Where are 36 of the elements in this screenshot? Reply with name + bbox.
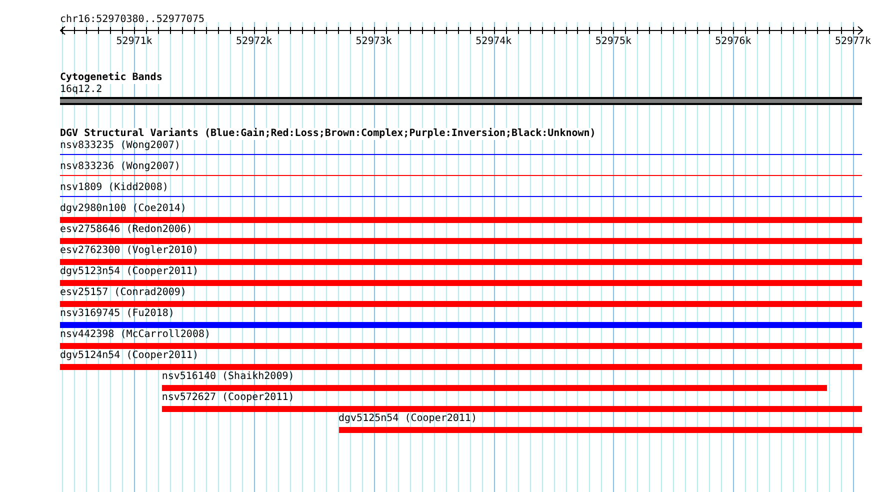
variant-bar[interactable] xyxy=(60,217,862,223)
variant-label: nsv572627 (Cooper2011) xyxy=(162,392,294,404)
variant-bar[interactable] xyxy=(60,280,862,286)
variant-label: esv2758646 (Redon2006) xyxy=(60,224,192,236)
tick-label: 52974k xyxy=(476,36,512,47)
variant-label: nsv833236 (Wong2007) xyxy=(60,161,180,173)
variant-bar[interactable] xyxy=(60,343,862,349)
tick-label: 52972k xyxy=(236,36,272,47)
tick-label: 52975k xyxy=(595,36,632,47)
variant-label: dgv2980n100 (Coe2014) xyxy=(60,203,186,215)
variant-label: nsv1809 (Kidd2008) xyxy=(60,182,168,194)
variant-label: dgv5125n54 (Cooper2011) xyxy=(338,413,477,425)
variant-label: esv2762300 (Vogler2010) xyxy=(60,245,198,257)
variant-bar[interactable] xyxy=(60,364,862,370)
variant-label: dgv5123n54 (Cooper2011) xyxy=(60,266,198,278)
variant-label: nsv442398 (McCarroll2008) xyxy=(60,329,211,341)
tick-label: 52977k xyxy=(834,36,872,47)
tick-label: 52976k xyxy=(715,36,752,47)
variant-label: esv25157 (Conrad2009) xyxy=(60,287,186,299)
variant-label: nsv833235 (Wong2007) xyxy=(60,140,180,152)
track-title: DGV Structural Variants (Blue:Gain;Red:Loss;Brown:Complex;Purple:Inversion;Black:Unknown) xyxy=(60,128,596,140)
tick-label: 52973k xyxy=(356,36,392,47)
variant-label: nsv516140 (Shaikh2009) xyxy=(162,371,294,383)
variant-bar[interactable] xyxy=(162,385,827,391)
track-title: Cytogenetic Bands xyxy=(60,72,162,84)
variant-bar[interactable] xyxy=(162,406,862,412)
variant-label: nsv3169745 (Fu2018) xyxy=(60,308,174,320)
variant-bar[interactable] xyxy=(338,427,862,433)
variant-bar[interactable] xyxy=(60,301,862,307)
tick-label: 52971k xyxy=(116,36,152,47)
variant-bar[interactable] xyxy=(60,238,862,244)
band-label: 16q12.2 xyxy=(60,84,102,96)
variant-bar[interactable] xyxy=(60,322,862,328)
variant-label: dgv5124n54 (Cooper2011) xyxy=(60,350,198,362)
region-label: chr16:52970380..52977075 xyxy=(60,14,204,26)
variant-bar[interactable] xyxy=(60,259,862,265)
